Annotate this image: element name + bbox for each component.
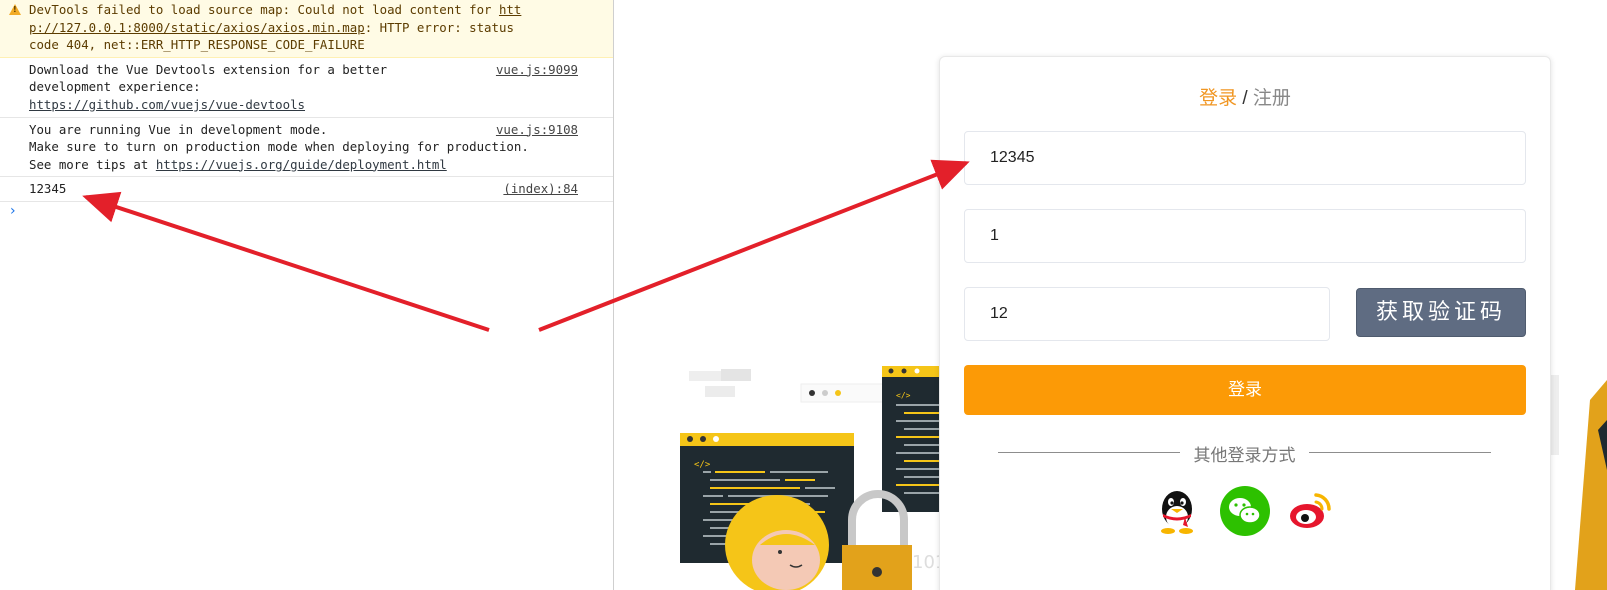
svg-text:</>: </> bbox=[694, 460, 711, 470]
source-link[interactable]: vue.js:9099 bbox=[496, 61, 578, 79]
tab-register[interactable]: 注册 bbox=[1253, 88, 1291, 109]
source-map-link-cont[interactable]: p://127.0.0.1:8000/static/axios/axios.mi… bbox=[29, 20, 365, 35]
svg-text:</>: </> bbox=[896, 391, 911, 400]
other-methods-divider: 其他登录方式 bbox=[998, 441, 1491, 465]
deployment-link[interactable]: https://vuejs.org/guide/deployment.html bbox=[156, 157, 447, 172]
verification-code-input[interactable]: 12 bbox=[964, 287, 1330, 341]
login-card: 登录 / 注册 12345 1 12 获取验证码 登录 其他登录方式 bbox=[939, 56, 1551, 590]
password-input[interactable]: 1 bbox=[964, 209, 1526, 263]
other-methods-label: 其他登录方式 bbox=[1193, 446, 1296, 465]
console-log-output: (index):84 12345 bbox=[0, 177, 613, 202]
console-message: vue.js:9108 You are running Vue in devel… bbox=[0, 118, 613, 178]
phone-input[interactable]: 12345 bbox=[964, 131, 1526, 185]
title-separator: / bbox=[1237, 88, 1253, 109]
tab-login[interactable]: 登录 bbox=[1199, 88, 1237, 109]
qq-icon[interactable] bbox=[1151, 485, 1203, 537]
source-link[interactable]: vue.js:9108 bbox=[496, 121, 578, 139]
devtools-link[interactable]: https://github.com/vuejs/vue-devtools bbox=[29, 97, 305, 112]
source-link[interactable]: (index):84 bbox=[503, 180, 578, 198]
card-title: 登录 / 注册 bbox=[940, 83, 1550, 110]
source-map-link[interactable]: htt bbox=[499, 2, 521, 17]
console-prompt-icon[interactable]: › bbox=[10, 203, 16, 221]
login-button[interactable]: 登录 bbox=[964, 365, 1526, 415]
console-warning: DevTools failed to load source map: Coul… bbox=[0, 0, 613, 58]
console-message: vue.js:9099 Download the Vue Devtools ex… bbox=[0, 58, 613, 118]
wechat-icon[interactable] bbox=[1219, 485, 1271, 537]
get-code-button[interactable]: 获取验证码 bbox=[1356, 288, 1526, 337]
weibo-icon[interactable] bbox=[1284, 485, 1336, 537]
warning-icon bbox=[9, 4, 21, 15]
devtools-console: DevTools failed to load source map: Coul… bbox=[0, 0, 614, 590]
